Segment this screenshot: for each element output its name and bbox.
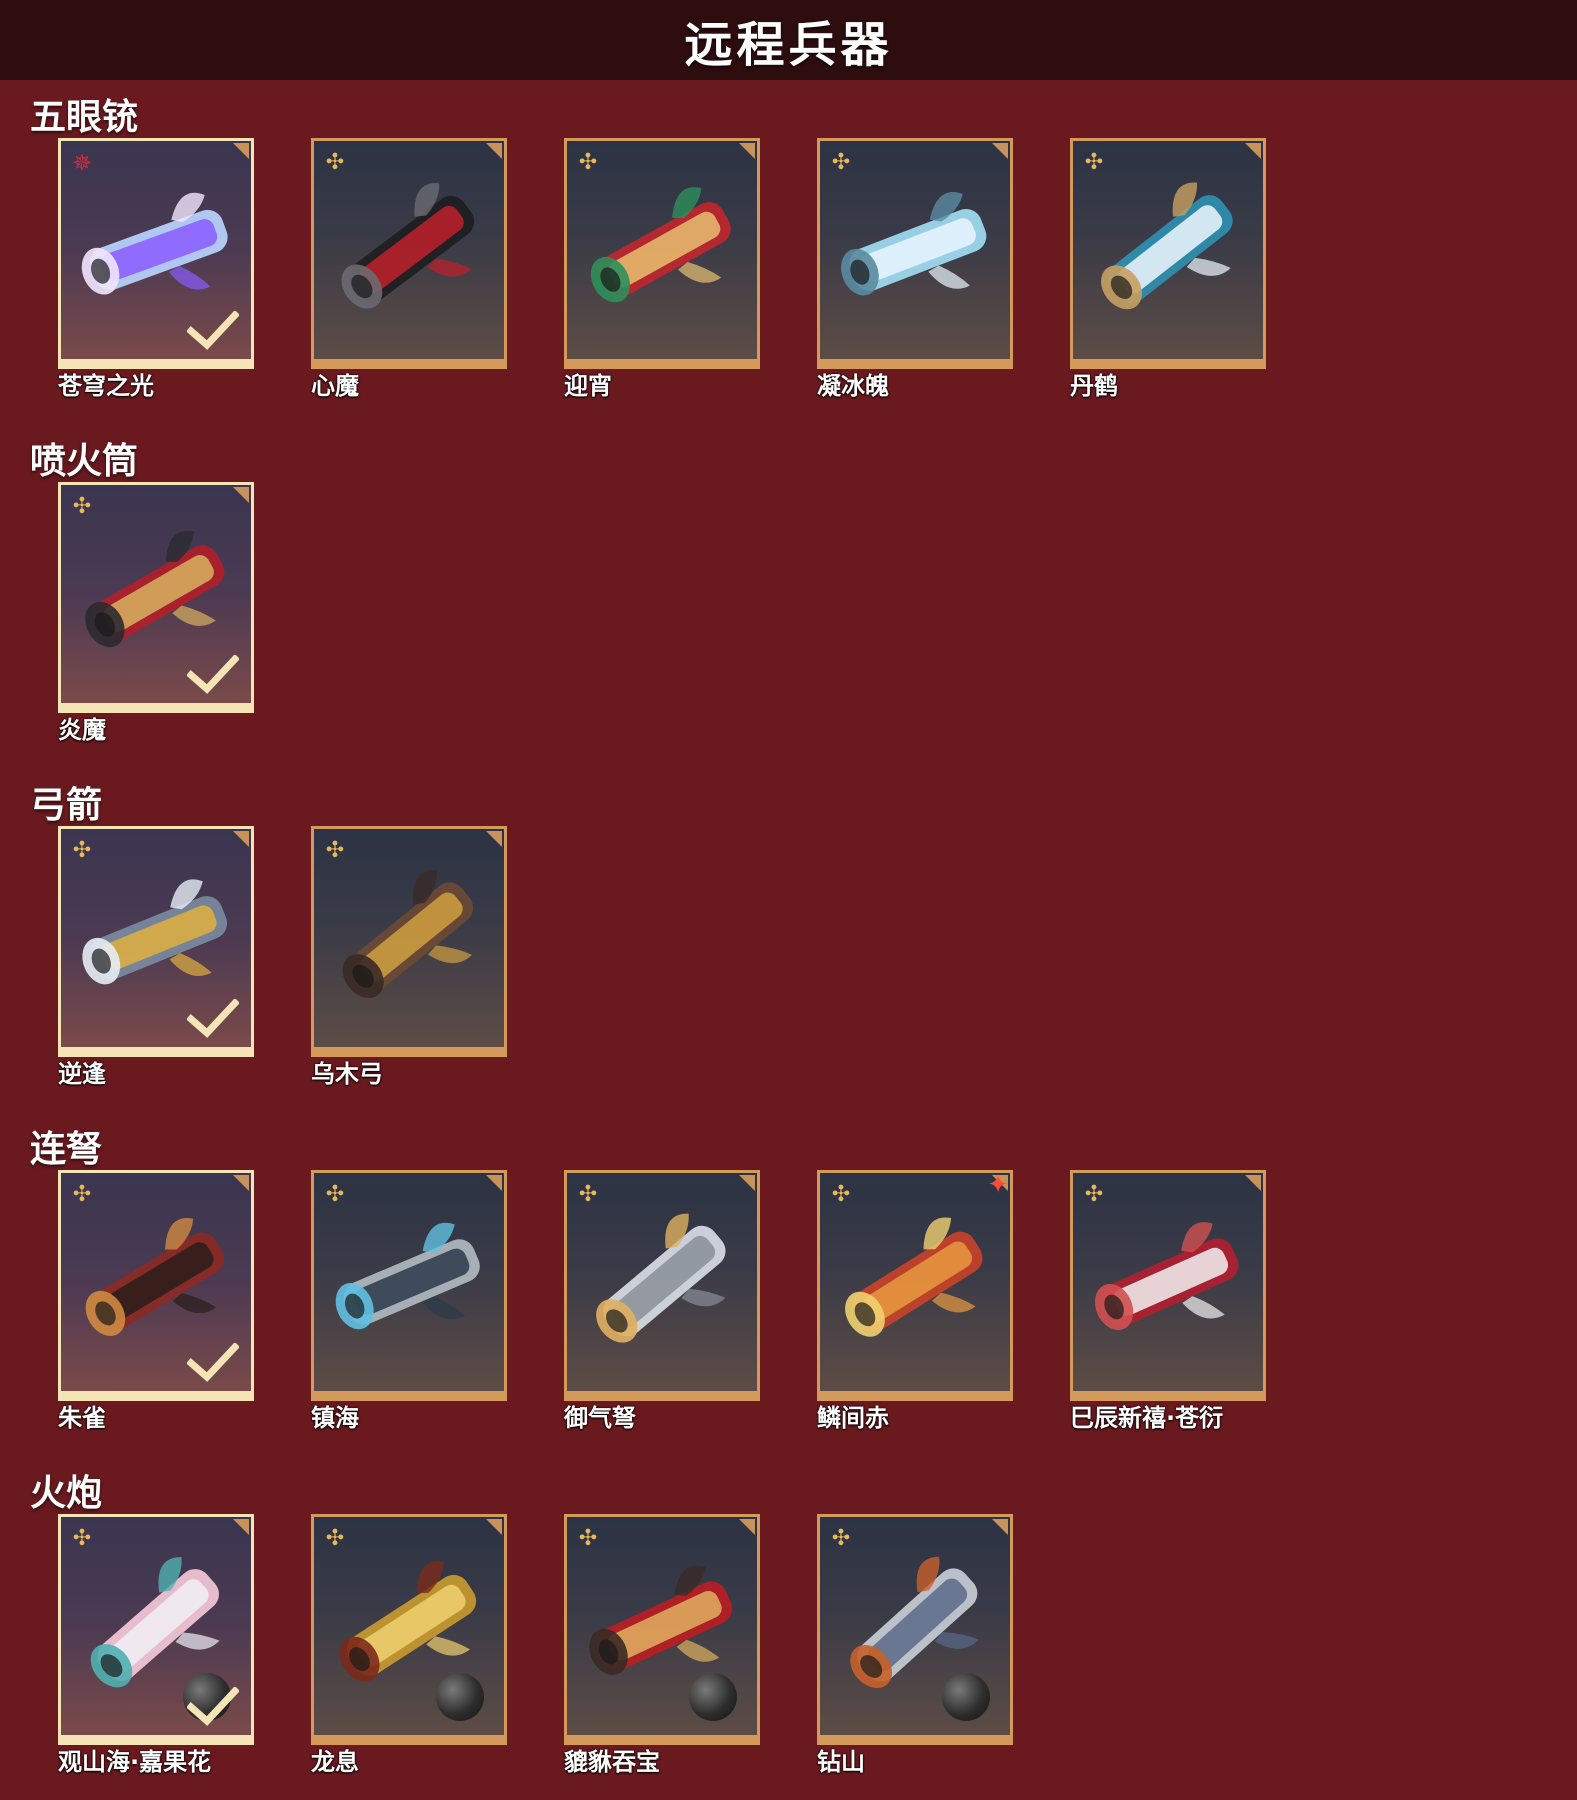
weapon-card[interactable]: ✣ [58,482,254,713]
equipped-check-icon [187,999,239,1038]
weapon-card[interactable]: ✣ [817,138,1013,369]
weapon-item[interactable]: ✣ 丹鹤 [1070,138,1266,408]
weapon-item[interactable]: ✣ 龙息 [311,1514,507,1784]
weapon-item[interactable]: ✣ 心魔 [311,138,507,408]
weapon-card[interactable]: ✣ [564,1170,760,1401]
weapon-card[interactable]: ✣ [817,1514,1013,1745]
weapon-card[interactable]: ✣ ✦ [817,1170,1013,1401]
equipped-check-icon [187,311,239,350]
cannonball-icon [689,1673,737,1721]
section-title: 火炮 [30,1473,103,1514]
weapon-card[interactable]: ✣ [58,826,254,1057]
weapon-name: 御气弩 [564,1404,636,1432]
weapon-card[interactable]: ✣ [564,1514,760,1745]
weapon-name: 炎魔 [58,716,106,744]
weapon-name: 苍穹之光 [58,372,154,400]
weapon-item[interactable]: ✣ 逆逢 [58,826,254,1096]
cannonball-icon [942,1673,990,1721]
gold-emblem-icon: ✣ [325,1182,345,1207]
gold-emblem-icon: ✣ [831,1182,851,1207]
weapon-item[interactable]: ✣ 炎魔 [58,482,254,752]
gold-emblem-icon: ✣ [325,838,345,863]
weapon-item[interactable]: ✣ 乌木弓 [311,826,507,1096]
weapon-section: 五眼铳 ✵ 苍穹之光 ✣ 心魔 ✣ 迎宵 ✣ 凝冰魄 ✣ 丹鹤 [0,88,1577,418]
weapon-card[interactable]: ✣ [1070,1170,1266,1401]
gold-emblem-icon: ✣ [578,1182,598,1207]
weapon-item[interactable]: ✣ ✦ 鳞间赤 [817,1170,1013,1440]
equipped-check-icon [187,655,239,694]
weapon-card[interactable]: ✣ [311,1170,507,1401]
section-title: 弓箭 [30,785,103,826]
weapon-card[interactable]: ✣ [311,826,507,1057]
weapon-item[interactable]: ✣ 巳辰新禧·苍衍 [1070,1170,1266,1440]
weapon-section: 喷火筒 ✣ 炎魔 [0,432,1577,762]
weapon-section: 连弩 ✣ 朱雀 ✣ 镇海 ✣ 御气弩 ✣ ✦ 鳞间赤 ✣ 巳辰新禧·苍衍 [0,1120,1577,1450]
weapon-name: 鳞间赤 [817,1404,889,1432]
weapon-card[interactable]: ✵ [58,138,254,369]
page-title: 远程兵器 [684,17,893,73]
section-title: 连弩 [30,1129,103,1170]
gold-emblem-icon: ✣ [831,150,851,175]
gold-emblem-icon: ✣ [831,1526,851,1551]
weapon-item[interactable]: ✣ 钻山 [817,1514,1013,1784]
weapon-card[interactable]: ✣ [58,1170,254,1401]
weapon-section: 火炮 ✣ 观山海·嘉果花 ✣ 龙息 ✣ 貔貅吞宝 ✣ 钻山 [0,1464,1577,1794]
weapon-item[interactable]: ✣ 貔貅吞宝 [564,1514,760,1784]
weapon-item[interactable]: ✣ 凝冰魄 [817,138,1013,408]
equipped-check-icon [187,1687,239,1726]
weapon-name: 貔貅吞宝 [564,1748,660,1776]
weapon-section: 弓箭 ✣ 逆逢 ✣ 乌木弓 [0,776,1577,1106]
gold-emblem-icon: ✣ [325,150,345,175]
weapon-card[interactable]: ✣ [311,1514,507,1745]
gold-emblem-icon: ✣ [325,1526,345,1551]
gold-emblem-icon: ✣ [72,838,92,863]
weapon-item[interactable]: ✣ 迎宵 [564,138,760,408]
weapon-name: 镇海 [311,1404,359,1432]
equipped-check-icon [187,1343,239,1382]
section-title: 喷火筒 [30,441,139,482]
weapon-card[interactable]: ✣ [564,138,760,369]
weapon-name: 迎宵 [564,372,612,400]
gold-emblem-icon: ✣ [1084,150,1104,175]
weapon-name: 逆逢 [58,1060,106,1088]
cannonball-icon [436,1673,484,1721]
weapon-card[interactable]: ✣ [1070,138,1266,369]
weapon-name: 龙息 [311,1748,359,1776]
red-spark-icon: ✦ [987,1170,1009,1200]
gold-emblem-icon: ✣ [578,150,598,175]
weapon-name: 钻山 [817,1748,865,1776]
weapon-item[interactable]: ✣ 朱雀 [58,1170,254,1440]
gold-emblem-icon: ✣ [1084,1182,1104,1207]
weapon-item[interactable]: ✣ 御气弩 [564,1170,760,1440]
weapon-item[interactable]: ✣ 镇海 [311,1170,507,1440]
gold-emblem-icon: ✣ [72,494,92,519]
weapon-name: 凝冰魄 [817,372,889,400]
weapon-name: 朱雀 [58,1404,106,1432]
header-bar: 远程兵器 [0,0,1577,80]
gold-emblem-icon: ✣ [578,1526,598,1551]
gold-emblem-icon: ✣ [72,1182,92,1207]
weapon-name: 乌木弓 [311,1060,383,1088]
weapon-name: 观山海·嘉果花 [58,1748,212,1776]
gold-emblem-icon: ✣ [72,1526,92,1551]
weapon-item[interactable]: ✵ 苍穹之光 [58,138,254,408]
weapon-card[interactable]: ✣ [58,1514,254,1745]
weapon-name: 丹鹤 [1070,372,1118,400]
weapon-name: 巳辰新禧·苍衍 [1070,1404,1224,1432]
weapon-card[interactable]: ✣ [311,138,507,369]
section-title: 五眼铳 [30,97,139,138]
red-star-icon: ✵ [71,149,93,177]
weapon-name: 心魔 [311,372,359,400]
weapon-item[interactable]: ✣ 观山海·嘉果花 [58,1514,254,1784]
